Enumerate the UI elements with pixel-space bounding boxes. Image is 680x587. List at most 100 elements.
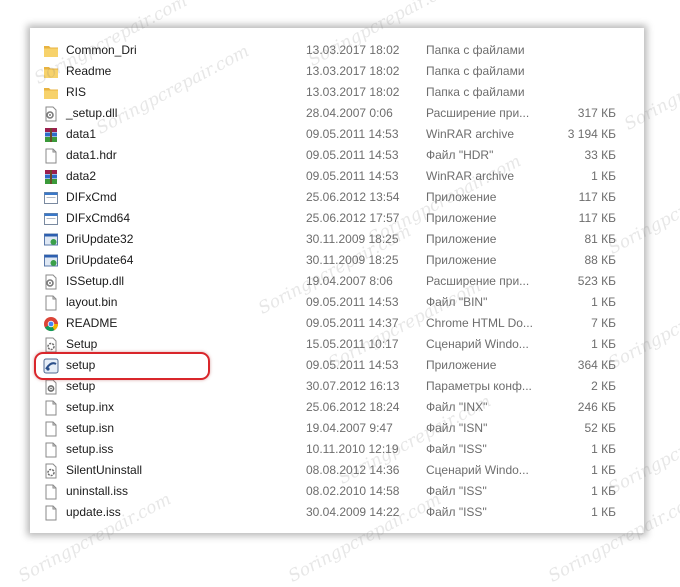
config-file-icon	[43, 379, 59, 395]
file-name: update.iss	[66, 505, 121, 519]
file-date-modified: 19.04.2007 9:47	[306, 421, 393, 435]
file-size: 81 КБ	[584, 232, 616, 246]
file-date-modified: 09.05.2011 14:53	[306, 148, 399, 162]
file-name: README	[66, 316, 118, 330]
application-icon	[43, 211, 59, 227]
file-date-modified: 30.04.2009 14:22	[306, 505, 400, 519]
file-type: Параметры конф...	[426, 379, 532, 393]
file-row[interactable]: Readme 13.03.2017 18:02 Папка с файлами	[30, 61, 644, 82]
file-type: Файл "ISS"	[426, 505, 487, 519]
blank-file-icon	[43, 148, 59, 164]
script-file-icon	[43, 463, 59, 479]
file-type: Папка с файлами	[426, 85, 525, 99]
file-row[interactable]: DIFxCmd 25.06.2012 13:54 Приложение 117 КБ	[30, 187, 644, 208]
dll-file-icon	[43, 274, 59, 290]
file-size: 52 КБ	[584, 421, 616, 435]
file-name: data1.hdr	[66, 148, 117, 162]
file-name: Common_Dri	[66, 43, 137, 57]
file-date-modified: 09.05.2011 14:53	[306, 169, 399, 183]
file-size: 1 КБ	[591, 337, 616, 351]
chrome-icon	[43, 316, 59, 332]
driver-update-icon	[43, 253, 59, 269]
dll-file-icon	[43, 106, 59, 122]
file-type: Расширение при...	[426, 274, 530, 288]
file-date-modified: 15.05.2011 10:17	[306, 337, 399, 351]
file-name: data2	[66, 169, 97, 183]
file-row[interactable]: data2 09.05.2011 14:53 WinRAR archive 1 КБ	[30, 166, 644, 187]
file-row[interactable]: DriUpdate32 30.11.2009 18:25 Приложение 81 …	[30, 229, 644, 250]
folder-icon	[43, 85, 59, 101]
file-name: setup.iss	[66, 442, 114, 456]
file-type: Файл "ISS"	[426, 442, 487, 456]
file-type: Приложение	[426, 211, 497, 225]
file-size: 88 КБ	[584, 253, 616, 267]
file-date-modified: 13.03.2017 18:02	[306, 85, 400, 99]
file-row[interactable]: setup.isn 19.04.2007 9:47 Файл "ISN" 52 КБ	[30, 418, 644, 439]
file-date-modified: 10.11.2010 12:19	[306, 442, 399, 456]
blank-file-icon	[43, 505, 59, 521]
file-explorer-window: Common_Dri 13.03.2017 18:02 Папка с файлам…	[30, 28, 644, 533]
file-size: 2 КБ	[591, 379, 616, 393]
file-row[interactable]: data1 09.05.2011 14:53 WinRAR archive 3 194…	[30, 124, 644, 145]
file-row[interactable]: setup.inx 25.06.2012 18:24 Файл "INX" 246 К…	[30, 397, 644, 418]
file-row[interactable]: RIS 13.03.2017 18:02 Папка с файлами	[30, 82, 644, 103]
file-row[interactable]: ISSetup.dll 19.04.2007 8:06 Расширение при…	[30, 271, 644, 292]
blank-file-icon	[43, 484, 59, 500]
script-file-icon	[43, 337, 59, 353]
file-date-modified: 30.07.2012 16:13	[306, 379, 400, 393]
file-name: ISSetup.dll	[66, 274, 125, 288]
file-type: Файл "BIN"	[426, 295, 488, 309]
file-name: layout.bin	[66, 295, 118, 309]
file-type: Приложение	[426, 232, 497, 246]
file-date-modified: 13.03.2017 18:02	[306, 64, 400, 78]
file-row[interactable]: SilentUninstall 08.08.2012 14:36 Сценарий …	[30, 460, 644, 481]
file-type: Сценарий Windo...	[426, 337, 529, 351]
file-row[interactable]: layout.bin 09.05.2011 14:53 Файл "BIN" 1 КБ	[30, 292, 644, 313]
winrar-archive-icon	[43, 169, 59, 185]
file-date-modified: 09.05.2011 14:37	[306, 316, 399, 330]
file-date-modified: 08.02.2010 14:58	[306, 484, 400, 498]
file-row[interactable]: setup.iss 10.11.2010 12:19 Файл "ISS" 1 КБ	[30, 439, 644, 460]
file-size: 117 КБ	[578, 211, 616, 225]
file-date-modified: 30.11.2009 18:25	[306, 253, 399, 267]
file-size: 1 КБ	[591, 463, 616, 477]
blank-file-icon	[43, 442, 59, 458]
file-date-modified: 25.06.2012 13:54	[306, 190, 400, 204]
file-type: Файл "INX"	[426, 400, 488, 414]
file-type: Приложение	[426, 253, 497, 267]
file-name: DIFxCmd64	[66, 211, 131, 225]
file-size: 1 КБ	[591, 295, 616, 309]
blank-file-icon	[43, 421, 59, 437]
file-type: Приложение	[426, 190, 497, 204]
file-name: _setup.dll	[66, 106, 118, 120]
file-name: setup.isn	[66, 421, 115, 435]
driver-update-icon	[43, 232, 59, 248]
file-type: Расширение при...	[426, 106, 530, 120]
file-size: 364 КБ	[577, 358, 616, 372]
file-size: 246 КБ	[577, 400, 616, 414]
file-date-modified: 25.06.2012 18:24	[306, 400, 400, 414]
file-name: SilentUninstall	[66, 463, 143, 477]
file-type: Папка с файлами	[426, 43, 525, 57]
winrar-archive-icon	[43, 127, 59, 143]
file-type: WinRAR archive	[426, 169, 515, 183]
file-date-modified: 25.06.2012 17:57	[306, 211, 400, 225]
file-size: 1 КБ	[591, 505, 616, 519]
file-row[interactable]: Common_Dri 13.03.2017 18:02 Папка с файлам…	[30, 40, 644, 61]
file-date-modified: 09.05.2011 14:53	[306, 127, 399, 141]
file-type: WinRAR archive	[426, 127, 515, 141]
setup-highlight-marker	[34, 352, 210, 380]
file-date-modified: 19.04.2007 8:06	[306, 274, 393, 288]
file-row[interactable]: uninstall.iss 08.02.2010 14:58 Файл "ISS" 1…	[30, 481, 644, 502]
file-row[interactable]: DIFxCmd64 25.06.2012 17:57 Приложение 117 К…	[30, 208, 644, 229]
file-row[interactable]: README 09.05.2011 14:37 Chrome HTML Do... 7…	[30, 313, 644, 334]
file-name: Readme	[66, 64, 112, 78]
file-date-modified: 08.08.2012 14:36	[306, 463, 400, 477]
file-row[interactable]: DriUpdate64 30.11.2009 18:25 Приложение 88 …	[30, 250, 644, 271]
file-size: 1 КБ	[591, 484, 616, 498]
file-row[interactable]: update.iss 30.04.2009 14:22 Файл "ISS" 1 КБ	[30, 502, 644, 523]
blank-file-icon	[43, 400, 59, 416]
file-row[interactable]: data1.hdr 09.05.2011 14:53 Файл "HDR" 33 КБ	[30, 145, 644, 166]
file-date-modified: 13.03.2017 18:02	[306, 43, 400, 57]
file-row[interactable]: _setup.dll 28.04.2007 0:06 Расширение при.…	[30, 103, 644, 124]
